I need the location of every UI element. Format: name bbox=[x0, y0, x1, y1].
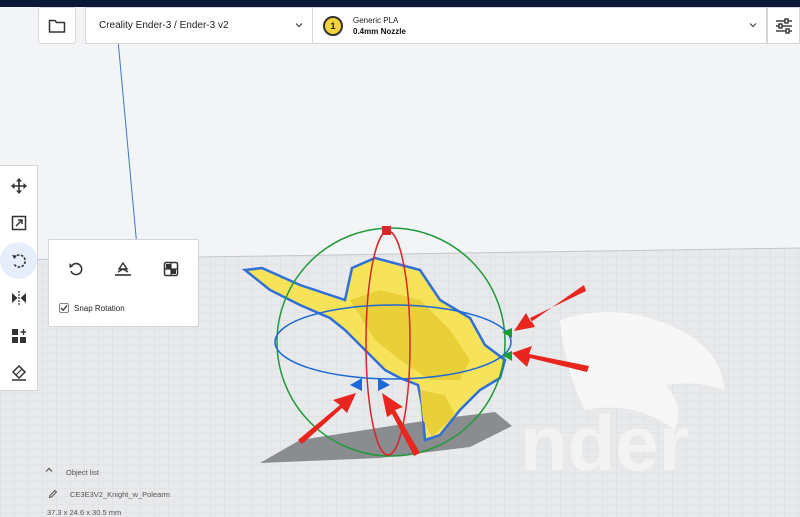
object-list-label: Object list bbox=[66, 468, 99, 477]
reset-rotation-button[interactable] bbox=[64, 257, 88, 281]
snap-rotation-checkbox[interactable] bbox=[59, 303, 69, 313]
snap-rotation-label: Snap Rotation bbox=[74, 303, 125, 313]
per-model-settings-icon bbox=[11, 328, 26, 343]
object-dimensions: 37.3 x 24.6 x 30.5 mm bbox=[47, 508, 122, 517]
support-blocker-icon bbox=[11, 364, 26, 381]
move-icon bbox=[10, 177, 27, 194]
select-face-icon bbox=[163, 261, 179, 277]
extruder-badge: 1 bbox=[323, 15, 343, 36]
open-file-button[interactable] bbox=[38, 7, 76, 44]
snap-rotation-toggle[interactable]: Snap Rotation bbox=[59, 303, 125, 313]
select-face-button[interactable] bbox=[159, 257, 183, 281]
chevron-down-icon bbox=[295, 23, 303, 28]
lay-flat-button[interactable] bbox=[111, 257, 135, 281]
chevron-up-icon bbox=[45, 467, 53, 472]
header-bar bbox=[0, 0, 800, 7]
object-name-row[interactable]: CE3E3V2_Knight_w_Polearm bbox=[48, 489, 170, 499]
nozzle-size: 0.4mm Nozzle bbox=[353, 26, 406, 36]
mirror-tool-button[interactable] bbox=[0, 279, 37, 316]
move-tool-button[interactable] bbox=[0, 167, 37, 204]
object-name: CE3E3V2_Knight_w_Polearm bbox=[70, 489, 171, 499]
printer-selector[interactable]: Creality Ender-3 / Ender-3 v2 bbox=[85, 7, 313, 44]
object-list-toggle[interactable] bbox=[44, 465, 54, 477]
tool-panel bbox=[0, 165, 38, 391]
material-name: Generic PLA bbox=[353, 15, 399, 25]
material-selector[interactable]: 1 Generic PLA 0.4mm Nozzle bbox=[313, 7, 767, 44]
svg-text:nder: nder bbox=[520, 399, 689, 487]
support-blocker-button[interactable] bbox=[0, 354, 37, 391]
scale-icon bbox=[11, 215, 26, 230]
sliders-icon bbox=[775, 17, 792, 34]
rotate-tool-button[interactable] bbox=[0, 242, 37, 279]
pencil-icon bbox=[48, 489, 58, 499]
scale-tool-button[interactable] bbox=[0, 204, 37, 241]
mirror-icon bbox=[11, 290, 26, 305]
rotate-x-handle[interactable] bbox=[382, 226, 391, 235]
lay-flat-icon bbox=[115, 261, 131, 276]
chevron-down-icon bbox=[749, 23, 757, 28]
per-model-settings-button[interactable] bbox=[0, 317, 37, 354]
rotate-icon bbox=[11, 253, 26, 268]
folder-icon bbox=[48, 19, 66, 33]
rotate-tool-panel: Snap Rotation bbox=[48, 239, 199, 327]
check-icon bbox=[60, 305, 68, 312]
printer-name: Creality Ender-3 / Ender-3 v2 bbox=[99, 20, 229, 31]
print-settings-button[interactable] bbox=[767, 7, 800, 44]
reset-rotation-icon bbox=[69, 262, 83, 276]
